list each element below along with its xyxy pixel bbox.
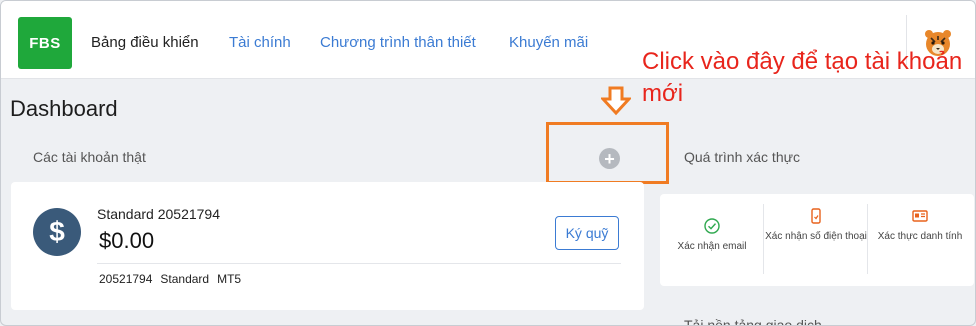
verify-email-step[interactable]: Xác nhận email bbox=[660, 218, 764, 290]
nav-item-finance[interactable]: Tài chính bbox=[229, 34, 291, 51]
deposit-button[interactable]: Ký quỹ bbox=[555, 216, 619, 250]
verify-identity-label: Xác thực danh tính bbox=[877, 231, 963, 242]
annotation-highlight-box bbox=[546, 122, 669, 184]
verify-identity-step[interactable]: Xác thực danh tính bbox=[868, 208, 972, 280]
verify-email-label: Xác nhận email bbox=[677, 241, 747, 252]
page-title: Dashboard bbox=[10, 96, 118, 121]
phone-icon bbox=[811, 208, 821, 224]
trading-platforms-section-label: Tải nền tảng giao dịch bbox=[684, 317, 822, 326]
account-name: Standard 20521794 bbox=[97, 206, 220, 222]
nav-item-promotions[interactable]: Khuyến mãi bbox=[509, 34, 588, 51]
verification-section-label: Quá trình xác thực bbox=[684, 149, 800, 165]
account-platform: MT5 bbox=[217, 272, 242, 286]
annotation-arrow-down-icon bbox=[601, 86, 631, 116]
nav-item-dashboard[interactable]: Bảng điều khiển bbox=[91, 34, 199, 51]
verification-card: Xác nhận email Xác nhận số điện thoại Xá… bbox=[660, 194, 974, 286]
annotation-text: Click vào đây để tạo tài khoản mới bbox=[642, 48, 963, 107]
nav-item-loyalty-program[interactable]: Chương trình thân thiết bbox=[320, 34, 476, 51]
check-circle-icon bbox=[704, 218, 720, 234]
real-accounts-section-label: Các tài khoản thật bbox=[33, 149, 146, 165]
fbs-logo[interactable]: FBS bbox=[18, 17, 72, 69]
account-meta: 20521794 Standard MT5 bbox=[99, 272, 241, 286]
account-card: $ Standard 20521794 $0.00 Ký quỹ 2052179… bbox=[11, 182, 644, 310]
dollar-icon: $ bbox=[33, 208, 81, 256]
account-type: Standard bbox=[160, 272, 210, 286]
app-window: FBS Bảng điều khiển Tài chính Chương trì… bbox=[0, 0, 976, 326]
account-balance: $0.00 bbox=[99, 228, 155, 253]
account-divider bbox=[97, 263, 621, 264]
verify-phone-label: Xác nhận số điện thoại bbox=[765, 231, 867, 242]
account-number: 20521794 bbox=[99, 272, 153, 286]
id-card-icon bbox=[912, 210, 928, 222]
verify-phone-step[interactable]: Xác nhận số điện thoại bbox=[764, 208, 868, 280]
